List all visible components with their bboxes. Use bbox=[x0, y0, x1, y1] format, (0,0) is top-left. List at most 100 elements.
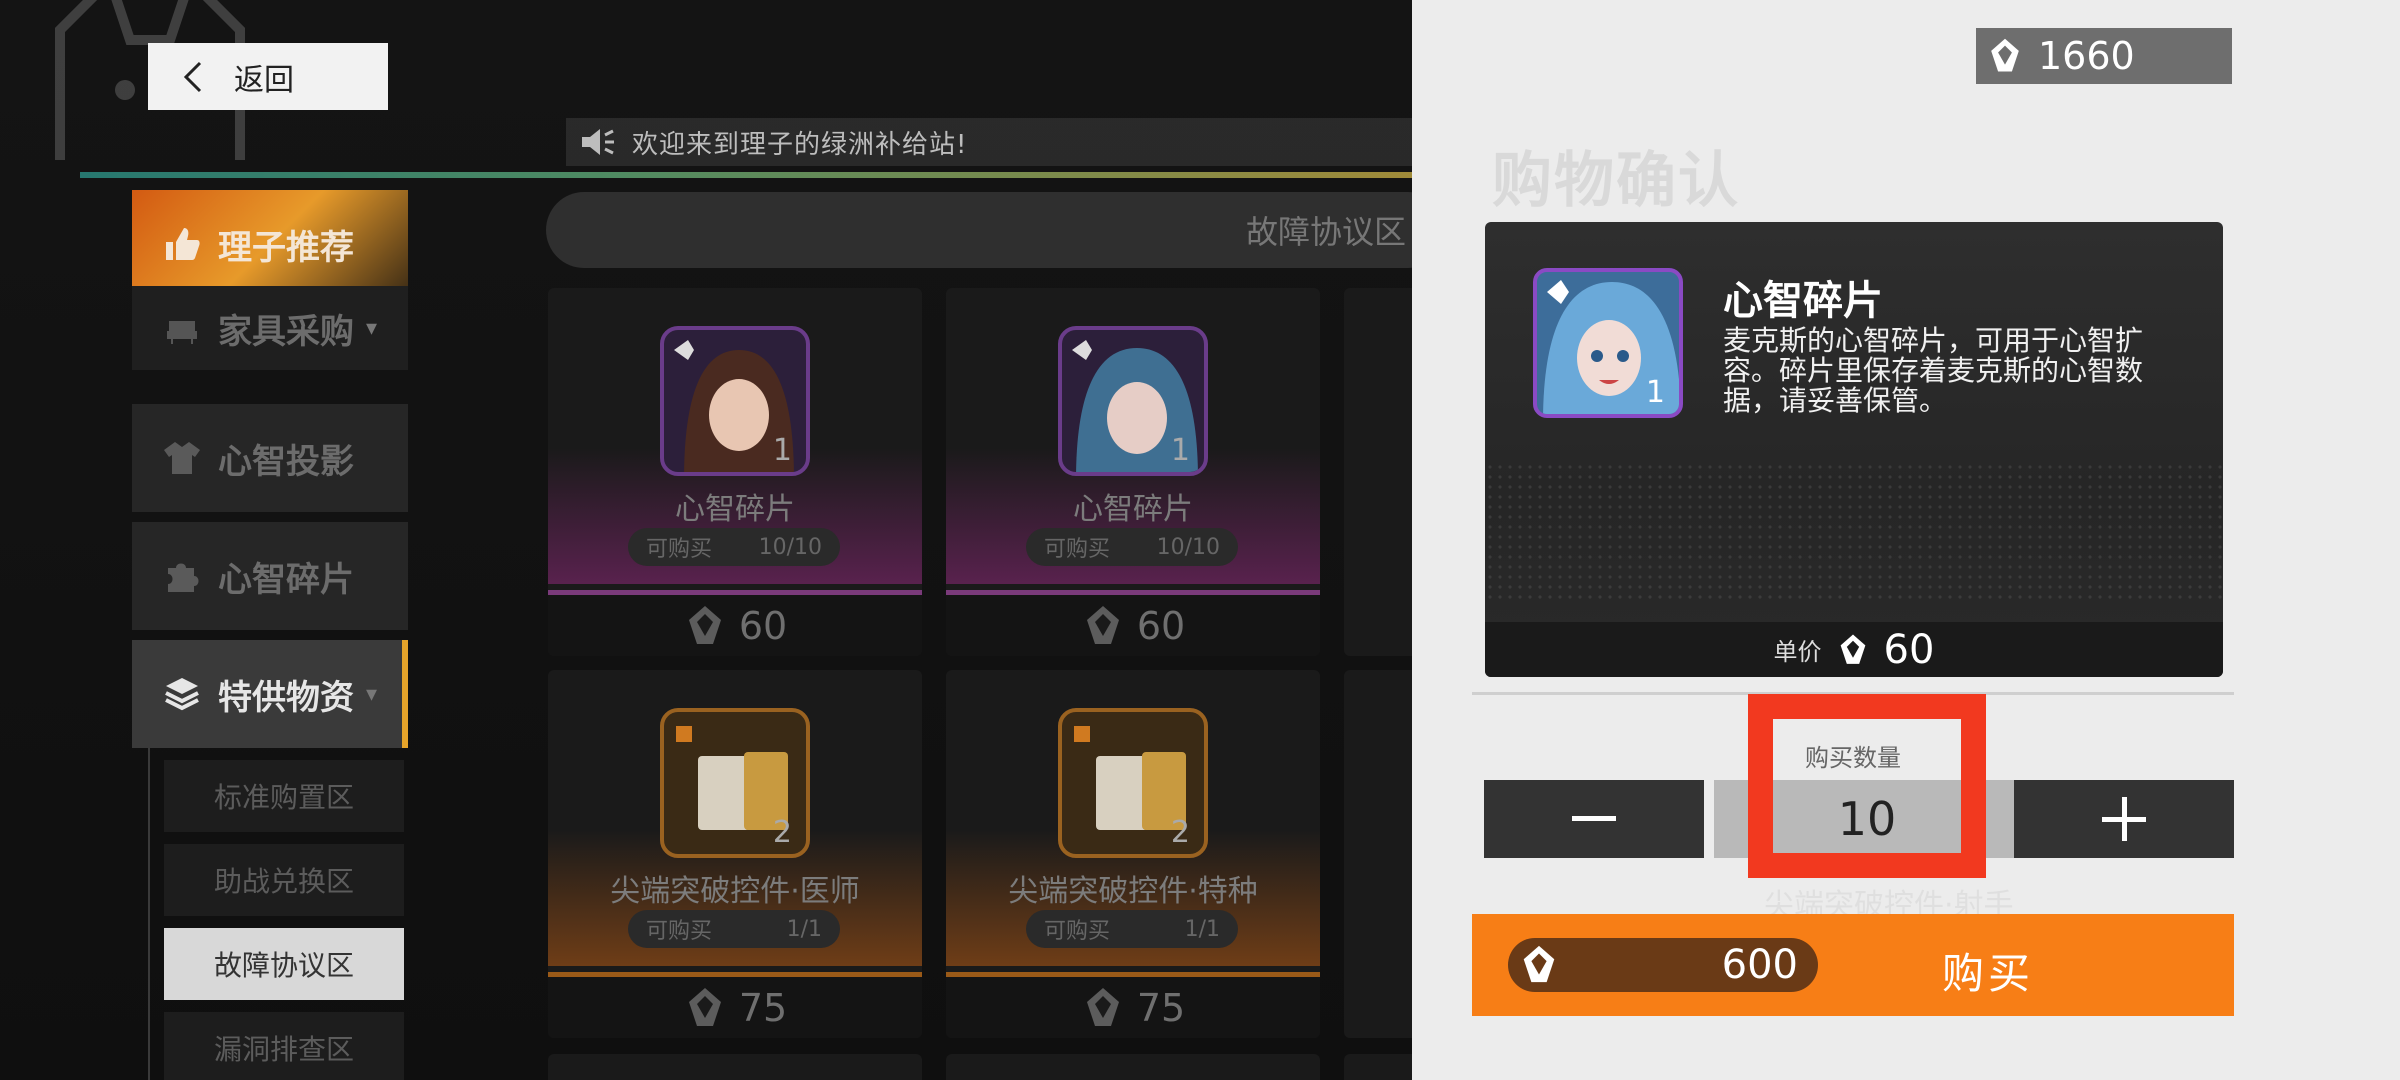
limit-label: 可购买 bbox=[646, 537, 713, 562]
card-name: 心智碎片 bbox=[675, 492, 795, 527]
crystal-currency-icon bbox=[688, 987, 721, 1026]
item-quantity: 1 bbox=[1645, 375, 1665, 410]
purchase-limit: 可购买 1/1 bbox=[1026, 910, 1238, 948]
card-price: 60 bbox=[548, 590, 922, 656]
item-quantity: 2 bbox=[772, 815, 792, 850]
total-price-value: 600 bbox=[1721, 942, 1798, 988]
quantity-stepper: 购买数量 10 bbox=[1472, 692, 2234, 882]
header-accent-line bbox=[80, 172, 1412, 178]
purchase-confirm-panel: 尖端突破控件·射手 1660 购物确认 1 心智碎片 麦克斯的心智碎片，可用于心… bbox=[1412, 0, 2400, 1080]
card-name: 尖端突破控件·医师 bbox=[610, 874, 860, 909]
sidebar-item-fragments[interactable]: 心智碎片 bbox=[132, 522, 408, 630]
purchase-limit: 可购买 10/10 bbox=[628, 528, 840, 566]
purchase-limit: 可购买 10/10 bbox=[1026, 528, 1238, 566]
shop-card-partial[interactable] bbox=[548, 1054, 922, 1080]
shop-card[interactable]: 1 心智碎片 可购买 10/10 60 bbox=[946, 288, 1320, 656]
subzone-title-bar: 故障协议区 bbox=[546, 192, 1412, 268]
sidebar-item-projection[interactable]: 心智投影 bbox=[132, 404, 408, 512]
purchase-limit: 可购买 1/1 bbox=[628, 910, 840, 948]
shop-card[interactable]: 1 心智碎片 可购买 10/10 60 bbox=[548, 288, 922, 656]
limit-value: 10/10 bbox=[1156, 534, 1220, 560]
subitem-fault-protocol[interactable]: 故障协议区 bbox=[164, 928, 404, 1000]
limit-label: 可购买 bbox=[646, 919, 713, 944]
sidebar-item-label: 心智碎片 bbox=[218, 559, 354, 600]
layers-icon bbox=[165, 678, 199, 711]
crystal-currency-icon bbox=[688, 605, 721, 644]
minus-icon bbox=[1572, 816, 1616, 821]
card-price: 60 bbox=[946, 590, 1320, 656]
total-price: 600 bbox=[1508, 938, 1818, 992]
back-button-label: 返回 bbox=[234, 62, 294, 98]
shop-card-partial[interactable] bbox=[1344, 670, 1412, 1038]
crystal-currency-icon bbox=[1523, 945, 1555, 983]
subitem-assist-exchange[interactable]: 助战兑换区 bbox=[164, 844, 404, 916]
sidebar-item-label: 理子推荐 bbox=[218, 227, 354, 268]
item-quantity: 2 bbox=[1170, 815, 1190, 850]
submenu-guide-line bbox=[148, 746, 150, 1080]
limit-value: 1/1 bbox=[1184, 916, 1220, 942]
price-value: 60 bbox=[738, 603, 788, 648]
back-button[interactable]: 返回 bbox=[148, 43, 388, 110]
buy-button[interactable]: 600 购买 bbox=[1472, 914, 2234, 1016]
item-description: 麦克斯的心智碎片，可用于心智扩容。碎片里保存着麦克斯的心智数据，请妥善保管。 bbox=[1723, 324, 2144, 417]
shirt-icon bbox=[164, 442, 200, 474]
caret-down-icon: ▾ bbox=[366, 681, 378, 707]
shop-card-partial[interactable] bbox=[1344, 1054, 1412, 1080]
unit-price-bar: 单价 60 bbox=[1485, 622, 2223, 677]
item-thumbnail: 2 bbox=[660, 708, 810, 858]
price-value: 60 bbox=[1136, 603, 1186, 648]
subitem-standard[interactable]: 标准购置区 bbox=[164, 760, 404, 832]
subitem-bug-check[interactable]: 漏洞排查区 bbox=[164, 1012, 404, 1080]
shop-card[interactable]: 2 尖端突破控件·医师 可购买 1/1 75 bbox=[548, 670, 922, 1038]
subzone-title: 故障协议区 bbox=[1245, 213, 1406, 251]
price-value: 75 bbox=[1136, 985, 1186, 1030]
limit-label: 可购买 bbox=[1044, 919, 1111, 944]
sidebar-item-label: 特供物资 bbox=[218, 677, 354, 718]
item-detail-card: 1 心智碎片 麦克斯的心智碎片，可用于心智扩容。碎片里保存着麦克斯的心智数据，请… bbox=[1485, 222, 2223, 677]
item-thumbnail: 1 bbox=[660, 326, 810, 476]
speaker-icon bbox=[582, 129, 614, 155]
quantity-input[interactable]: 10 bbox=[1714, 780, 2020, 858]
buy-button-label: 购买 bbox=[1942, 949, 2035, 998]
panel-title: 购物确认 bbox=[1492, 146, 1740, 216]
shop-card-partial[interactable] bbox=[1344, 288, 1412, 656]
caret-down-icon: ▾ bbox=[366, 315, 378, 341]
sidebar-item-special-supplies[interactable]: 特供物资 ▾ bbox=[132, 640, 408, 748]
item-quantity: 1 bbox=[772, 433, 792, 468]
chevron-left-icon bbox=[183, 61, 202, 92]
item-thumbnail: 2 bbox=[1058, 708, 1208, 858]
sidebar-item-furniture[interactable]: 家具采购 ▾ bbox=[132, 286, 408, 370]
quantity-label: 购买数量 bbox=[1805, 744, 1901, 772]
balance-value: 1660 bbox=[2038, 34, 2135, 78]
crystal-currency-icon bbox=[1086, 605, 1119, 644]
limit-value: 10/10 bbox=[758, 534, 822, 560]
announcement-text: 欢迎来到理子的绿洲补给站! bbox=[632, 129, 968, 160]
dot-pattern bbox=[1485, 462, 2223, 602]
unit-price-label: 单价 bbox=[1773, 638, 1822, 666]
announcement-bar: 欢迎来到理子的绿洲补给站! bbox=[566, 118, 1412, 166]
shop-background: 返回 欢迎来到理子的绿洲补给站! 理子推荐 家具采购 ▾ 心智投影 心智碎片 特… bbox=[0, 0, 1412, 1080]
sidebar-item-recommend[interactable]: 理子推荐 bbox=[132, 190, 408, 298]
item-name: 心智碎片 bbox=[1723, 278, 1883, 324]
crystal-currency-icon bbox=[1086, 987, 1119, 1026]
item-thumbnail: 1 bbox=[1058, 326, 1208, 476]
crystal-currency-icon bbox=[1991, 38, 2019, 72]
shop-card[interactable]: 2 尖端突破控件·特种 可购买 1/1 75 bbox=[946, 670, 1320, 1038]
increase-quantity-button[interactable] bbox=[2014, 780, 2234, 858]
unit-price-value: 60 bbox=[1883, 626, 1935, 673]
puzzle-piece-icon bbox=[168, 563, 199, 592]
sidebar-item-label: 心智投影 bbox=[218, 441, 354, 482]
decrease-quantity-button[interactable] bbox=[1484, 780, 1704, 858]
furniture-icon bbox=[167, 321, 197, 344]
shop-card-partial[interactable] bbox=[946, 1054, 1320, 1080]
thumbs-up-icon bbox=[166, 228, 200, 260]
limit-value: 1/1 bbox=[786, 916, 822, 942]
price-value: 75 bbox=[738, 985, 788, 1030]
card-name: 心智碎片 bbox=[1073, 492, 1193, 527]
card-price: 75 bbox=[946, 972, 1320, 1038]
currency-balance: 1660 bbox=[1976, 28, 2232, 84]
item-quantity: 1 bbox=[1170, 433, 1190, 468]
crystal-currency-icon bbox=[1840, 634, 1865, 664]
item-thumbnail: 1 bbox=[1533, 268, 1683, 418]
card-price: 75 bbox=[548, 972, 922, 1038]
